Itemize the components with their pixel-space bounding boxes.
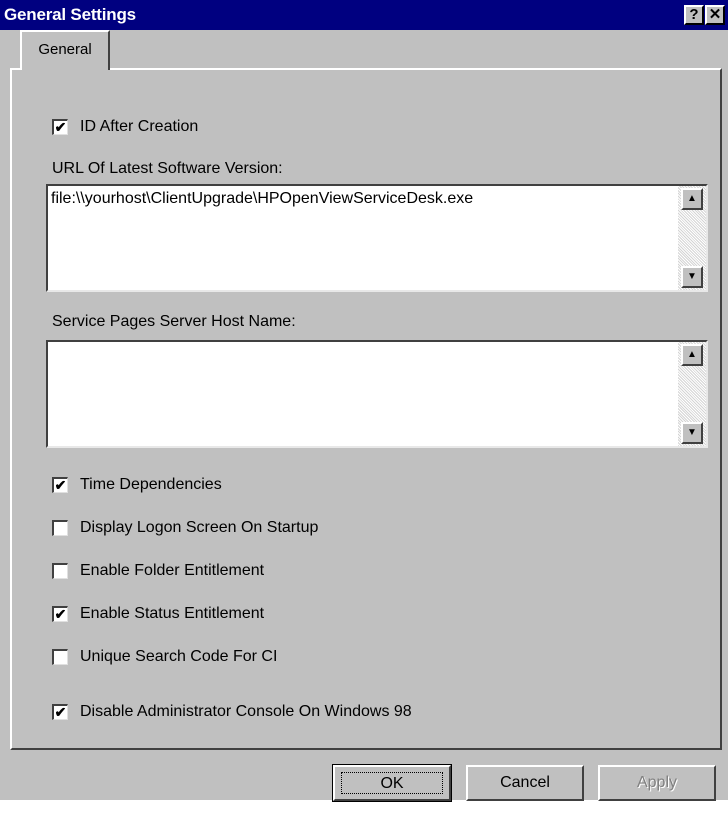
disable-admin-console-checkbox[interactable]: ✔ bbox=[52, 704, 68, 720]
host-field-scrollbar[interactable]: ▲ ▼ bbox=[678, 342, 706, 446]
close-button[interactable]: ✕ bbox=[705, 5, 725, 25]
unique-search-code-checkbox[interactable] bbox=[52, 649, 68, 665]
id-after-creation-checkbox[interactable]: ✔ bbox=[52, 119, 68, 135]
ok-button[interactable]: OK bbox=[332, 764, 452, 802]
apply-button: Apply bbox=[598, 765, 716, 801]
scroll-down-icon[interactable]: ▼ bbox=[681, 266, 703, 288]
url-latest-version-field[interactable]: file:\\yourhost\ClientUpgrade\HPOpenView… bbox=[46, 184, 708, 292]
url-field-scrollbar[interactable]: ▲ ▼ bbox=[678, 186, 706, 290]
disable-admin-console-label: Disable Administrator Console On Windows… bbox=[80, 703, 412, 720]
help-button[interactable]: ? bbox=[684, 5, 704, 25]
cancel-button[interactable]: Cancel bbox=[466, 765, 584, 801]
enable-status-entitlement-checkbox[interactable]: ✔ bbox=[52, 606, 68, 622]
enable-folder-entitlement-label: Enable Folder Entitlement bbox=[80, 562, 265, 579]
display-logon-screen-label: Display Logon Screen On Startup bbox=[80, 519, 319, 536]
scroll-up-icon[interactable]: ▲ bbox=[681, 344, 703, 366]
unique-search-code-label: Unique Search Code For CI bbox=[80, 648, 278, 665]
service-pages-host-field[interactable]: ▲ ▼ bbox=[46, 340, 708, 448]
title-bar[interactable]: General Settings ? ✕ bbox=[0, 0, 728, 30]
scroll-down-icon[interactable]: ▼ bbox=[681, 422, 703, 444]
url-latest-version-label: URL Of Latest Software Version: bbox=[52, 160, 283, 177]
ok-button-focus: OK bbox=[341, 772, 443, 794]
tab-general-label: General bbox=[38, 41, 92, 58]
tab-general[interactable]: General bbox=[20, 30, 110, 70]
id-after-creation-label: ID After Creation bbox=[80, 118, 199, 135]
url-latest-version-value: file:\\yourhost\ClientUpgrade\HPOpenView… bbox=[51, 190, 474, 207]
display-logon-screen-checkbox[interactable] bbox=[52, 520, 68, 536]
scroll-up-icon[interactable]: ▲ bbox=[681, 188, 703, 210]
time-dependencies-checkbox[interactable]: ✔ bbox=[52, 477, 68, 493]
service-pages-host-label: Service Pages Server Host Name: bbox=[52, 313, 296, 330]
time-dependencies-label: Time Dependencies bbox=[80, 476, 222, 493]
enable-folder-entitlement-checkbox[interactable] bbox=[52, 563, 68, 579]
general-settings-dialog: General Settings ? ✕ General ✔ ID After … bbox=[0, 0, 728, 802]
enable-status-entitlement-label: Enable Status Entitlement bbox=[80, 605, 265, 622]
window-title: General Settings bbox=[4, 5, 136, 24]
